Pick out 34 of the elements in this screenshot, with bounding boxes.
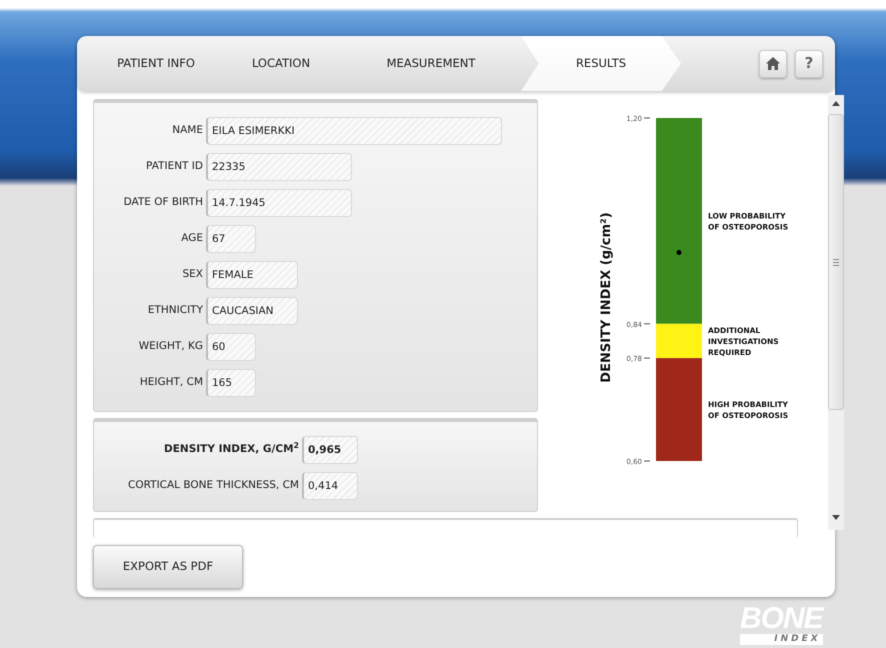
tab[interactable]: MEASUREMENT bbox=[341, 36, 521, 91]
input-field[interactable]: 165 bbox=[206, 369, 256, 397]
grip-icon bbox=[833, 258, 839, 266]
field-label: DATE OF BIRTH bbox=[122, 195, 204, 210]
field-label: WEIGHT, KG bbox=[138, 339, 204, 354]
input-field[interactable]: 60 bbox=[206, 333, 256, 361]
tab[interactable]: LOCATION bbox=[221, 36, 341, 91]
result-field[interactable]: 0,965 bbox=[302, 436, 358, 464]
result-label: DENSITY INDEX, G/CM$^{2}$ bbox=[163, 442, 300, 458]
field-label: PATIENT ID bbox=[145, 159, 204, 174]
field-label: ETHNICITY bbox=[146, 303, 204, 318]
input-field[interactable]: 22335 bbox=[206, 153, 352, 181]
field-label: SEX bbox=[182, 267, 204, 282]
input-field[interactable]: FEMALE bbox=[206, 261, 298, 289]
tab[interactable]: PATIENT INFO bbox=[91, 36, 221, 91]
export-pdf-button[interactable]: EXPORT AS PDF bbox=[93, 545, 243, 589]
result-label: CORTICAL BONE THICKNESS, CM bbox=[127, 478, 300, 494]
scroll-thumb[interactable] bbox=[828, 114, 844, 410]
scroll-down-icon[interactable] bbox=[832, 515, 840, 520]
help-button[interactable]: ? bbox=[795, 50, 823, 78]
field-label: NAME bbox=[171, 123, 204, 138]
home-button[interactable] bbox=[759, 50, 787, 78]
field-label: HEIGHT, CM bbox=[138, 375, 204, 390]
axis-title: DENSITY INDEX (g/cm²) bbox=[599, 212, 614, 383]
input-field[interactable]: 67 bbox=[206, 225, 256, 253]
field-label: AGE bbox=[180, 231, 204, 246]
scrollbar[interactable] bbox=[828, 95, 844, 530]
result-field[interactable]: 0,414 bbox=[302, 472, 358, 500]
scroll-up-icon[interactable] bbox=[832, 101, 840, 106]
input-field[interactable]: EILA ESIMERKKI bbox=[206, 117, 502, 145]
tab[interactable]: RESULTS bbox=[521, 36, 681, 91]
input-field[interactable]: 14.7.1945 bbox=[206, 189, 352, 217]
input-field[interactable]: CAUCASIAN bbox=[206, 297, 298, 325]
home-icon bbox=[766, 57, 780, 70]
